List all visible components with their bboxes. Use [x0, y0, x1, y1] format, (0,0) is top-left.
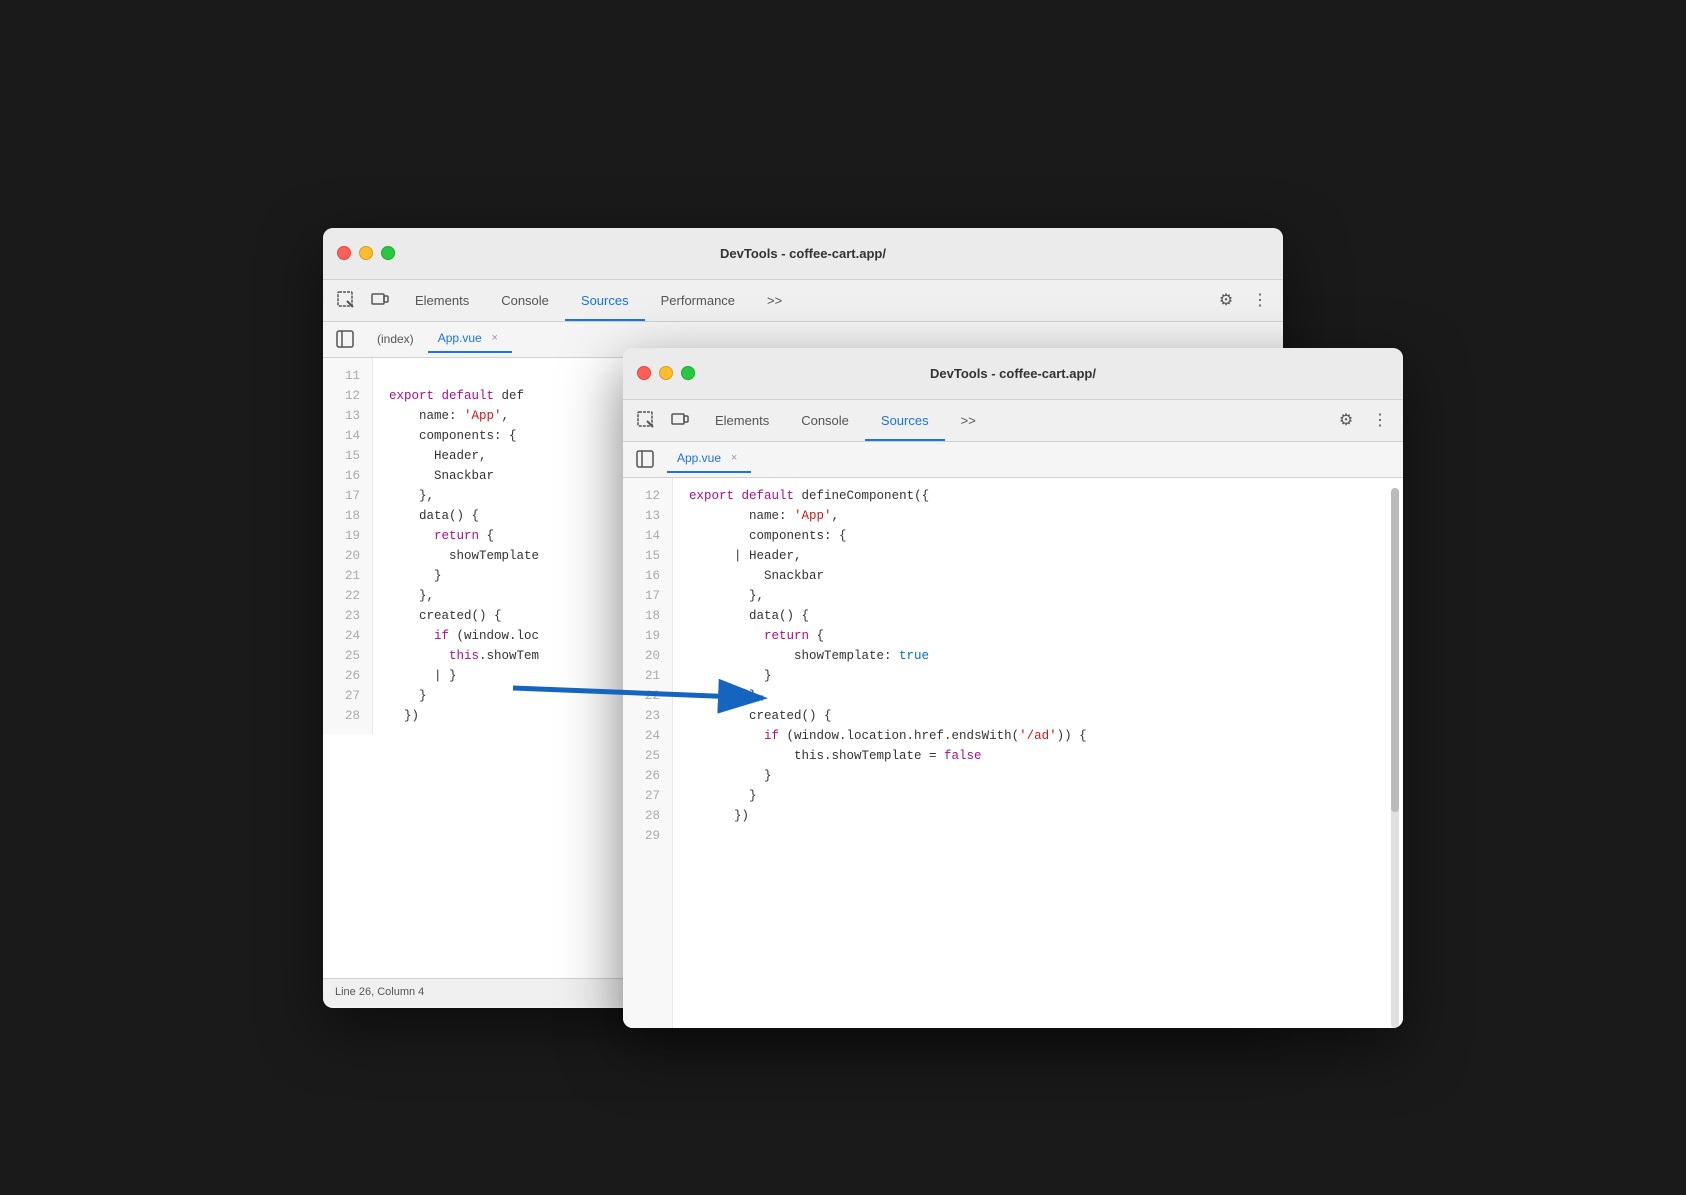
toolbar-right-front: ⚙ ⋮ — [1331, 405, 1395, 435]
traffic-lights-back — [337, 246, 395, 260]
file-tab-appvue-front[interactable]: App.vue × — [667, 445, 751, 473]
traffic-lights-front — [637, 366, 695, 380]
file-tabs-front: App.vue × — [623, 442, 1403, 478]
devtools-window-front: DevTools - coffee-cart.app/ Elements — [623, 348, 1403, 1028]
sidebar-toggle-back[interactable] — [331, 325, 359, 353]
code-area-front: 12 13 14 15 16 17 18 19 20 21 22 23 24 2… — [623, 478, 1403, 1028]
status-position-back: Line 26, Column 4 — [335, 986, 424, 998]
tab-sources-front[interactable]: Sources — [865, 399, 945, 441]
window-title-front: DevTools - coffee-cart.app/ — [930, 366, 1096, 381]
window-title-back: DevTools - coffee-cart.app/ — [720, 246, 886, 261]
file-tab-close-front[interactable]: × — [727, 451, 741, 465]
tab-elements-back[interactable]: Elements — [399, 279, 485, 321]
device-icon-front[interactable] — [665, 405, 695, 435]
tab-more-front[interactable]: >> — [945, 399, 992, 441]
title-bar-front: DevTools - coffee-cart.app/ — [623, 348, 1403, 400]
tab-bar-back: Elements Console Sources Performance >> — [399, 279, 1207, 321]
more-icon-front[interactable]: ⋮ — [1365, 405, 1395, 435]
toolbar-right-back: ⚙ ⋮ — [1211, 285, 1275, 315]
file-tab-close-back[interactable]: × — [488, 331, 502, 345]
minimize-button-back[interactable] — [359, 246, 373, 260]
line-numbers-back: 11 12 13 14 15 16 17 18 19 20 21 22 23 2… — [323, 358, 373, 734]
minimize-button-front[interactable] — [659, 366, 673, 380]
more-icon-back[interactable]: ⋮ — [1245, 285, 1275, 315]
tab-console-front[interactable]: Console — [785, 399, 865, 441]
sidebar-toggle-front[interactable] — [631, 445, 659, 473]
tab-more-back[interactable]: >> — [751, 279, 798, 321]
tab-bar-front: Elements Console Sources >> — [699, 399, 1327, 441]
toolbar-front: Elements Console Sources >> ⚙ ⋮ — [623, 400, 1403, 442]
close-button-back[interactable] — [337, 246, 351, 260]
settings-icon-back[interactable]: ⚙ — [1211, 285, 1241, 315]
scrollbar-thumb-front[interactable] — [1391, 488, 1399, 812]
tab-sources-back[interactable]: Sources — [565, 279, 645, 321]
close-button-front[interactable] — [637, 366, 651, 380]
inspect-icon[interactable] — [331, 285, 361, 315]
file-tab-index-back[interactable]: (index) — [367, 325, 424, 353]
scrollbar-front[interactable] — [1391, 488, 1399, 1028]
code-lines-front: export default defineComponent({ name: '… — [673, 478, 1403, 1028]
file-tab-appvue-back[interactable]: App.vue × — [428, 325, 512, 353]
settings-icon-front[interactable]: ⚙ — [1331, 405, 1361, 435]
title-bar-back: DevTools - coffee-cart.app/ — [323, 228, 1283, 280]
tab-performance-back[interactable]: Performance — [645, 279, 751, 321]
toolbar-back: Elements Console Sources Performance >> … — [323, 280, 1283, 322]
tab-elements-front[interactable]: Elements — [699, 399, 785, 441]
maximize-button-front[interactable] — [681, 366, 695, 380]
line-numbers-front: 12 13 14 15 16 17 18 19 20 21 22 23 24 2… — [623, 478, 673, 1028]
maximize-button-back[interactable] — [381, 246, 395, 260]
tab-console-back[interactable]: Console — [485, 279, 565, 321]
device-icon[interactable] — [365, 285, 395, 315]
code-content-front: 12 13 14 15 16 17 18 19 20 21 22 23 24 2… — [623, 478, 1403, 1028]
inspect-icon-front[interactable] — [631, 405, 661, 435]
